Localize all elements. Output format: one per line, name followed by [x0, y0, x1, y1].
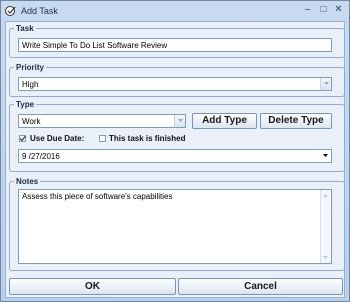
- title-bar: Add Task – □ ✕: [1, 1, 349, 21]
- maximize-icon[interactable]: □: [317, 4, 330, 17]
- type-value: Work: [22, 117, 41, 126]
- dialog-body: Task Write Simple To Do List Software Re…: [5, 21, 345, 298]
- priority-dropdown-button[interactable]: [320, 78, 331, 90]
- task-finished-checkbox[interactable]: [99, 135, 106, 142]
- type-select[interactable]: Work: [18, 114, 186, 128]
- ok-button[interactable]: OK: [9, 278, 176, 295]
- notes-textarea[interactable]: Assess this piece of software's capabili…: [18, 189, 332, 264]
- chevron-down-icon: [323, 82, 329, 85]
- delete-type-button[interactable]: Delete Type: [260, 113, 332, 129]
- notes-text: Assess this piece of software's capabili…: [22, 192, 173, 201]
- app-icon: [5, 6, 16, 16]
- priority-value: High: [22, 80, 39, 89]
- use-due-date-label: Use Due Date:: [30, 134, 85, 143]
- window-title: Add Task: [21, 6, 58, 16]
- priority-select[interactable]: High: [18, 77, 332, 91]
- notes-scrollbar[interactable]: [320, 190, 331, 263]
- close-icon[interactable]: ✕: [332, 4, 345, 17]
- add-task-window: Add Task – □ ✕ Task Write Simple To Do L…: [0, 0, 350, 302]
- due-date-picker[interactable]: 9 /27/2016: [18, 149, 332, 163]
- chevron-down-icon: [323, 154, 328, 157]
- notes-legend: Notes: [16, 177, 39, 186]
- minimize-icon[interactable]: –: [301, 4, 314, 17]
- checkmark-icon: [19, 135, 26, 142]
- date-dropdown-button[interactable]: [320, 150, 331, 162]
- type-dropdown-button[interactable]: [174, 115, 185, 127]
- type-legend: Type: [16, 100, 35, 109]
- priority-legend: Priority: [16, 63, 45, 72]
- scroll-down-icon[interactable]: [321, 255, 330, 260]
- task-input[interactable]: Write Simple To Do List Software Review: [18, 38, 332, 52]
- chevron-down-icon: [177, 119, 183, 122]
- task-finished-label: This task is finished: [109, 134, 186, 143]
- use-due-date-checkbox[interactable]: [19, 135, 26, 142]
- due-date-value: 9 /27/2016: [22, 152, 60, 161]
- cancel-button[interactable]: Cancel: [178, 278, 343, 295]
- scroll-up-icon[interactable]: [321, 193, 330, 198]
- add-type-button[interactable]: Add Type: [192, 113, 257, 129]
- task-legend: Task: [16, 24, 34, 33]
